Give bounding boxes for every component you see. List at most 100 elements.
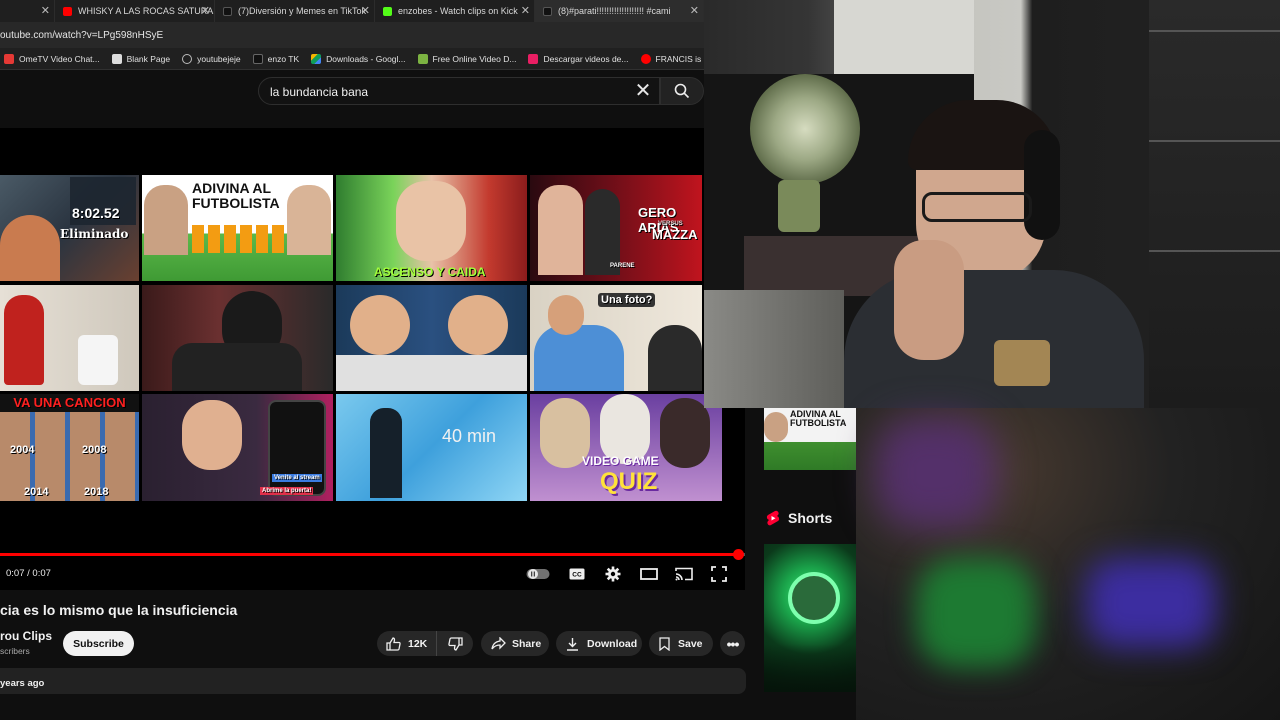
- search-button[interactable]: [660, 77, 704, 105]
- time-display: 0:07 / 0:07: [6, 568, 51, 579]
- endscreen-video-11[interactable]: 40 min: [336, 394, 527, 501]
- download-icon: [567, 637, 578, 651]
- bookmark-enzo-tk[interactable]: enzo TK: [252, 53, 299, 64]
- fullscreen-button[interactable]: [708, 564, 730, 584]
- endscreen-video-7[interactable]: [336, 285, 527, 391]
- globe-icon: [182, 53, 193, 64]
- share-label: Share: [512, 637, 542, 650]
- stream-caption: Venite al stream: [272, 474, 322, 482]
- dislike-button[interactable]: [437, 631, 473, 656]
- channel-name[interactable]: rou Clips: [0, 629, 52, 643]
- tab-tiktok[interactable]: (7)Diversión y Memes en TikTok ✕: [215, 0, 375, 22]
- bookmark-descargar[interactable]: Descargar videos de...: [528, 53, 629, 64]
- tiktok-icon: [223, 6, 232, 16]
- tab-whisky[interactable]: WHISKY A LAS ROCAS SATURAD ✕: [55, 0, 215, 22]
- endscreen-video-3[interactable]: ASCENSO Y CAIDA: [336, 175, 527, 281]
- door-caption: Abrime la puerta!: [260, 487, 314, 495]
- quiz-line-2: QUIZ: [600, 468, 658, 495]
- close-icon[interactable]: ✕: [521, 4, 530, 17]
- endscreen-video-4[interactable]: GERO ARIAS VERSUS MAZZA PARENE: [530, 175, 702, 281]
- endscreen-video-1[interactable]: 8:02.52 Eliminado: [0, 175, 139, 281]
- description-box[interactable]: years ago: [0, 668, 746, 694]
- thumbnail-caption: Una foto?: [598, 293, 656, 307]
- bookmark-downloads[interactable]: Downloads - Googl...: [311, 53, 406, 64]
- fighter-name-2: MAZZA: [652, 227, 698, 242]
- autoplay-toggle[interactable]: [526, 564, 550, 584]
- bookmark-free-video[interactable]: Free Online Video D...: [417, 53, 517, 64]
- cast-icon: [675, 567, 693, 581]
- close-icon[interactable]: ✕: [690, 4, 699, 17]
- like-count: 12K: [408, 637, 428, 650]
- close-icon[interactable]: ✕: [201, 4, 210, 17]
- cast-button[interactable]: [673, 564, 695, 584]
- short-video-thumbnail[interactable]: [764, 544, 856, 692]
- year-label: 2008: [82, 444, 107, 456]
- speedrun-timer: 8:02.52: [72, 205, 120, 221]
- bookmarks-bar: OmeTV Video Chat... Blank Page youtubeje…: [0, 48, 740, 70]
- sidebar-thumb-title: ADIVINA AL FUTBOLISTA: [790, 409, 847, 428]
- endscreen-video-2[interactable]: ADIVINA AL FUTBOLISTA: [142, 175, 333, 281]
- google-drive-icon: [311, 53, 322, 64]
- theater-icon: [640, 568, 658, 580]
- like-dislike-group: 12K: [377, 631, 473, 656]
- endscreen-video-9[interactable]: VA UNA CANCION 2004 2008 2014 2018: [0, 394, 139, 501]
- blurred-background: [856, 408, 1280, 720]
- endscreen-video-5[interactable]: [0, 285, 139, 391]
- save-button[interactable]: Save: [649, 631, 713, 656]
- bookmark-ometv[interactable]: OmeTV Video Chat...: [4, 53, 100, 64]
- tab-label: enzobes - Watch clips on Kick: [398, 6, 518, 16]
- bookmark-blank-page[interactable]: Blank Page: [111, 53, 171, 64]
- settings-button[interactable]: [602, 564, 624, 584]
- search-query: la bundancia bana: [270, 85, 369, 99]
- youtube-icon: [63, 6, 72, 16]
- endscreen-video-8[interactable]: Una foto?: [530, 285, 702, 391]
- close-icon[interactable]: ✕: [41, 4, 50, 17]
- clear-search-icon[interactable]: ✕: [632, 80, 654, 102]
- page-icon: [111, 53, 122, 64]
- share-icon: [491, 637, 506, 650]
- download-label: Download: [587, 637, 638, 650]
- bookmark-label: Free Online Video D...: [432, 53, 517, 64]
- subscriber-count: scribers: [0, 646, 30, 656]
- fullscreen-icon: [711, 566, 727, 582]
- gear-icon: [605, 566, 621, 582]
- glasses: [922, 192, 1032, 222]
- endscreen-video-10[interactable]: Venite al stream Abrime la puerta!: [142, 394, 333, 501]
- video-title: cia es lo mismo que la insuficiencia: [0, 602, 238, 618]
- download-app-icon: [528, 53, 539, 64]
- like-button[interactable]: 12K: [377, 631, 437, 656]
- progress-played: [0, 553, 738, 556]
- tab-label: (8)#parati!!!!!!!!!!!!!!!!!!! #cami: [558, 6, 671, 16]
- thumbs-up-icon: [386, 636, 401, 651]
- bookmark-label: Blank Page: [126, 53, 171, 64]
- endscreen-video-6[interactable]: [142, 285, 333, 391]
- youtube-header: la bundancia bana: [0, 70, 704, 112]
- download-button[interactable]: Download: [556, 631, 642, 656]
- save-label: Save: [678, 637, 703, 650]
- progress-scrubber[interactable]: [732, 549, 744, 560]
- headphones: [1024, 130, 1060, 240]
- tab-kick[interactable]: enzobes - Watch clips on Kick ✕: [375, 0, 535, 22]
- endscreen-video-12[interactable]: VIDEO GAME QUIZ: [530, 394, 722, 501]
- tab-partial[interactable]: ✕: [0, 0, 55, 22]
- quiz-line-1: VIDEO GAME: [582, 454, 659, 468]
- tab-active[interactable]: (8)#parati!!!!!!!!!!!!!!!!!!! #cami ✕: [535, 0, 704, 22]
- shorts-header: Shorts: [766, 510, 832, 526]
- captions-button[interactable]: CC: [566, 564, 588, 584]
- bookmark-label: Downloads - Googl...: [326, 53, 406, 64]
- url-text: outube.com/watch?v=LPg598nHSyE: [0, 29, 164, 41]
- share-button[interactable]: Share: [481, 631, 549, 656]
- more-actions-button[interactable]: •••: [720, 631, 745, 656]
- search-input[interactable]: la bundancia bana: [258, 77, 660, 105]
- address-bar[interactable]: outube.com/watch?v=LPg598nHSyE: [0, 22, 704, 48]
- autoplay-toggle-icon: [526, 569, 550, 579]
- shorts-label: Shorts: [788, 510, 833, 526]
- upload-date: years ago: [0, 678, 45, 689]
- duration-label: 40 min: [442, 426, 497, 446]
- thumbnail-title: ADIVINA AL FUTBOLISTA: [192, 180, 280, 211]
- bookmark-youtubejeje[interactable]: youtubejeje: [182, 53, 241, 64]
- close-icon[interactable]: ✕: [361, 4, 370, 17]
- theater-mode-button[interactable]: [638, 564, 660, 584]
- subscribe-button[interactable]: Subscribe: [63, 631, 134, 656]
- sidebar-video-thumbnail[interactable]: ADIVINA AL FUTBOLISTA: [764, 408, 856, 470]
